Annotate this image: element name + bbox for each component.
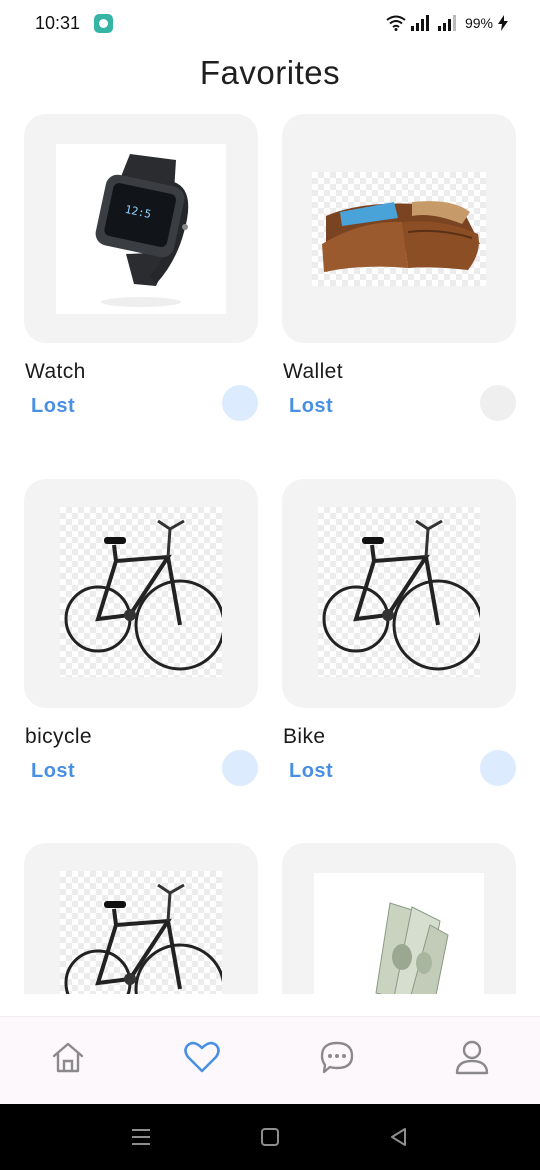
bicycle-image	[64, 519, 222, 671]
favorite-toggle-button[interactable]	[480, 750, 516, 786]
battery-level: 99%	[464, 15, 493, 31]
item-image-box[interactable]	[282, 479, 516, 708]
home-square-icon[interactable]	[258, 1126, 282, 1148]
signal-icon	[410, 15, 429, 31]
status-bar: 10:31 99%	[0, 0, 540, 48]
chat-notification-icon	[94, 14, 113, 33]
item-image-box[interactable]	[282, 114, 516, 343]
favorites-grid: 12:5 Watch Lost Wallet Lost bicycle Lost…	[0, 114, 540, 994]
signal-icon	[437, 15, 456, 31]
item-name: Bike	[283, 725, 326, 748]
item-name: bicycle	[25, 725, 92, 748]
favorite-card[interactable]: bicycle Lost	[24, 479, 258, 786]
menu-icon[interactable]	[129, 1126, 153, 1148]
status-time: 10:31	[35, 13, 81, 33]
wifi-icon	[386, 15, 406, 31]
bicycle-image	[322, 519, 480, 671]
page-title: Favorites	[199, 54, 341, 91]
bottom-navigation	[0, 1016, 540, 1104]
nav-home[interactable]	[48, 1037, 88, 1077]
profile-icon	[455, 1040, 489, 1075]
nav-profile[interactable]	[452, 1037, 492, 1077]
item-status: Lost	[31, 395, 76, 417]
favorite-toggle-button[interactable]	[480, 385, 516, 421]
heart-icon	[184, 1041, 220, 1073]
item-name: Watch	[25, 360, 86, 383]
favorite-card[interactable]: Wallet Lost	[282, 114, 516, 421]
item-status: Lost	[31, 760, 76, 782]
item-image-box[interactable]	[282, 843, 516, 994]
system-navigation-bar	[0, 1104, 540, 1170]
item-image-box[interactable]	[24, 843, 258, 994]
status-indicators: 99%	[386, 12, 508, 34]
back-icon[interactable]	[387, 1126, 411, 1148]
favorite-toggle-button[interactable]	[222, 750, 258, 786]
favorite-card[interactable]: 12:5 Watch Lost	[24, 114, 258, 421]
item-image-box[interactable]: 12:5	[24, 114, 258, 343]
favorite-toggle-button[interactable]	[222, 385, 258, 421]
wallet-image	[322, 201, 480, 272]
nav-favorites[interactable]	[182, 1037, 222, 1077]
smartwatch-image: 12:5	[56, 144, 226, 314]
chat-icon	[320, 1041, 354, 1074]
dollar-bills-image	[314, 873, 484, 994]
item-status: Lost	[289, 760, 334, 782]
favorite-card[interactable]	[24, 843, 258, 994]
item-status: Lost	[289, 395, 334, 417]
home-icon	[52, 1042, 84, 1073]
favorite-card[interactable]	[282, 843, 516, 994]
charging-icon	[498, 15, 508, 31]
nav-messages[interactable]	[317, 1037, 357, 1077]
item-name: Wallet	[283, 360, 343, 383]
favorite-card[interactable]: Bike Lost	[282, 479, 516, 786]
item-image-box[interactable]	[24, 479, 258, 708]
bicycle-image	[64, 883, 222, 994]
